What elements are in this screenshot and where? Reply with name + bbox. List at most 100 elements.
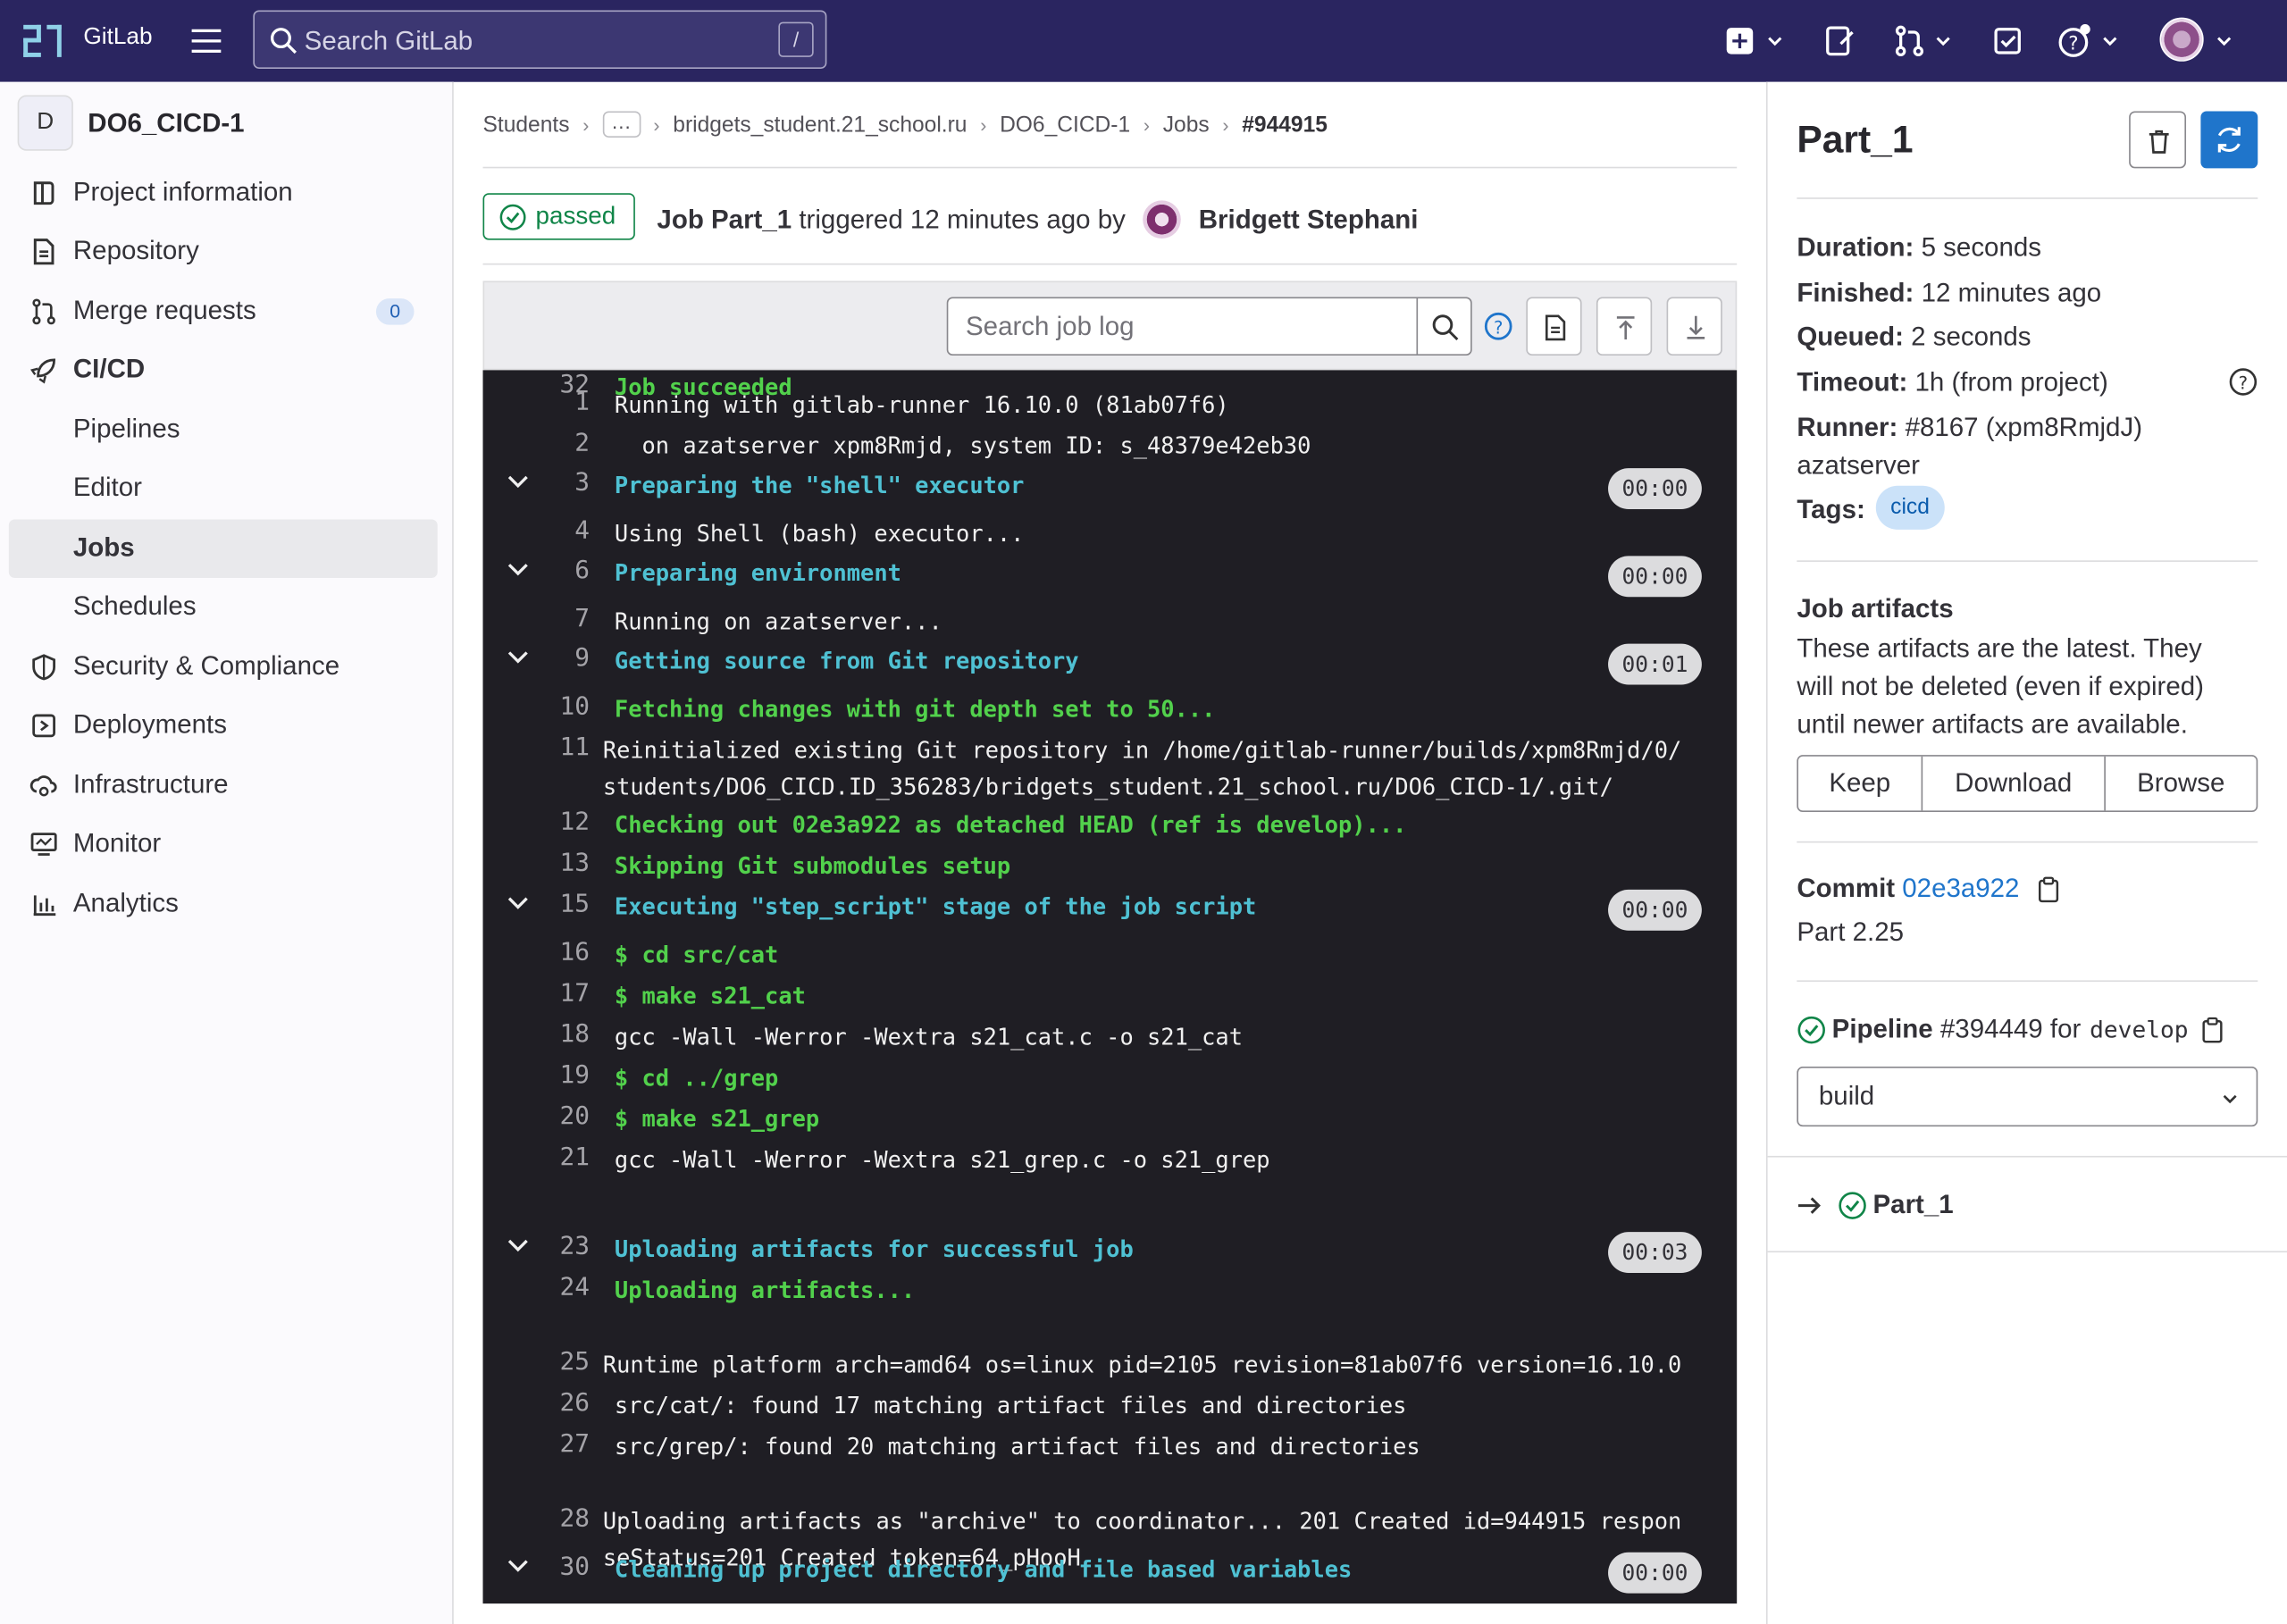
- log-line-number[interactable]: 13: [541, 849, 591, 878]
- runner-value: #8167 (xpm8RmjdJ): [1905, 412, 2143, 442]
- log-line-number[interactable]: 6: [541, 556, 590, 585]
- pipeline-id[interactable]: #394449: [1940, 1014, 2043, 1044]
- search-log-button[interactable]: [1416, 297, 1472, 356]
- log-line-number[interactable]: 2: [541, 429, 590, 458]
- chevron-down-icon[interactable]: [1934, 32, 1952, 50]
- commit-sha-link[interactable]: 02e3a922: [1902, 874, 2019, 904]
- breadcrumb-more-button[interactable]: …: [602, 111, 641, 138]
- chevron-down-icon[interactable]: [507, 1557, 530, 1575]
- avatar[interactable]: [1143, 200, 1182, 239]
- log-line-number[interactable]: 28: [541, 1504, 591, 1534]
- question-icon[interactable]: ?: [1484, 312, 1513, 341]
- search-placeholder: Search GitLab: [304, 26, 473, 56]
- sidebar-item-merge-requests[interactable]: Merge requests 0: [9, 282, 438, 341]
- artifacts-description: These artifacts are the latest. They wil…: [1797, 633, 2204, 740]
- show-raw-button[interactable]: [1526, 297, 1582, 356]
- chevron-down-icon[interactable]: [507, 473, 530, 490]
- log-line-number[interactable]: 9: [541, 644, 590, 674]
- sidebar-item-label: Pipelines: [72, 414, 180, 444]
- log-line-number[interactable]: 18: [541, 1020, 591, 1050]
- monitor-icon: [30, 833, 57, 856]
- scroll-to-bottom-button[interactable]: [1666, 297, 1722, 356]
- breadcrumb-item[interactable]: Students: [483, 112, 570, 137]
- copy-icon[interactable]: [2200, 1017, 2224, 1042]
- log-line-number[interactable]: 27: [541, 1429, 591, 1459]
- log-line-number[interactable]: 20: [541, 1101, 591, 1131]
- job-list-item[interactable]: Part_1: [1797, 1189, 1954, 1220]
- erase-job-button[interactable]: [2129, 111, 2187, 169]
- keep-button[interactable]: Keep: [1798, 756, 1923, 811]
- log-line-number[interactable]: 16: [541, 938, 591, 967]
- download-button[interactable]: Download: [1923, 756, 2106, 811]
- log-line-number[interactable]: 4: [541, 516, 590, 546]
- user-name-link[interactable]: Bridgett Stephani: [1199, 204, 1419, 234]
- browse-button[interactable]: Browse: [2106, 757, 2257, 811]
- page-root: GitLab Search GitLab / ? D DO6_CICD-1 Pr…: [0, 0, 2287, 1624]
- sidebar-item-project-information[interactable]: Project information: [9, 163, 438, 222]
- queued-label: Queued:: [1797, 322, 1904, 352]
- copy-icon[interactable]: [2037, 875, 2060, 902]
- status-badge[interactable]: passed: [482, 193, 635, 240]
- job-name: Part_1: [1872, 1189, 1954, 1219]
- log-line-number[interactable]: 23: [541, 1232, 591, 1261]
- log-line-number[interactable]: 17: [541, 979, 591, 1009]
- sidebar-item-ci-cd[interactable]: CI/CD: [9, 341, 438, 400]
- chevron-down-icon[interactable]: [2101, 32, 2119, 50]
- pipeline-ref[interactable]: develop: [2090, 1016, 2188, 1043]
- create-new-icon[interactable]: [1722, 23, 1757, 58]
- check-circle-icon: [1839, 1191, 1866, 1219]
- log-line-number[interactable]: 15: [541, 890, 591, 919]
- log-line-number[interactable]: 25: [541, 1348, 591, 1377]
- gitlab-logo-icon[interactable]: [21, 19, 67, 63]
- log-line-number[interactable]: 12: [541, 808, 591, 837]
- log-line-number[interactable]: 32: [541, 370, 591, 399]
- log-line-number[interactable]: 19: [541, 1060, 591, 1090]
- log-line-number[interactable]: 24: [541, 1273, 591, 1302]
- breadcrumb-item[interactable]: Jobs: [1163, 112, 1210, 137]
- breadcrumb-item[interactable]: DO6_CICD-1: [1000, 112, 1130, 137]
- chevron-down-icon[interactable]: [507, 649, 530, 666]
- sidebar-item-security-compliance[interactable]: Security & Compliance: [9, 638, 438, 697]
- log-line-number[interactable]: 26: [541, 1388, 591, 1418]
- chevron-down-icon[interactable]: [507, 894, 530, 912]
- menu-icon[interactable]: [191, 28, 224, 54]
- issues-icon[interactable]: [1822, 23, 1856, 58]
- sidebar-item-editor[interactable]: Editor: [9, 459, 438, 518]
- brand-name[interactable]: GitLab: [83, 25, 152, 51]
- chevron-down-icon[interactable]: [507, 560, 530, 578]
- scroll-to-top-button[interactable]: [1596, 297, 1653, 356]
- pipeline-label[interactable]: Pipeline: [1832, 1014, 1933, 1044]
- log-line-number[interactable]: 3: [541, 468, 590, 498]
- sidebar-item-schedules[interactable]: Schedules: [9, 578, 438, 637]
- merge-request-icon[interactable]: [1892, 23, 1927, 58]
- breadcrumb-current[interactable]: #944915: [1242, 112, 1328, 137]
- help-icon[interactable]: ?: [2057, 23, 2092, 58]
- log-line-number[interactable]: 30: [541, 1553, 591, 1582]
- sidebar-item-analytics[interactable]: Analytics: [9, 875, 438, 933]
- project-header[interactable]: D DO6_CICD-1: [17, 94, 245, 153]
- log-line-number[interactable]: 7: [541, 604, 590, 633]
- sidebar-item-jobs[interactable]: Jobs: [8, 519, 438, 578]
- todo-icon[interactable]: [1990, 23, 2025, 58]
- breadcrumb-item[interactable]: bridgets_student.21_school.ru: [673, 112, 967, 137]
- search-input[interactable]: Search GitLab /: [253, 10, 827, 69]
- log-line-number[interactable]: 21: [541, 1143, 591, 1172]
- chevron-down-icon[interactable]: [2216, 32, 2233, 50]
- sidebar-item-monitor[interactable]: Monitor: [9, 815, 438, 874]
- sidebar-item-infrastructure[interactable]: Infrastructure: [9, 757, 438, 816]
- stage-dropdown[interactable]: build: [1797, 1067, 2258, 1127]
- chevron-down-icon[interactable]: [507, 1236, 530, 1254]
- user-avatar[interactable]: [2159, 17, 2204, 62]
- doc-icon: [33, 239, 54, 265]
- search-job-log-input[interactable]: Search job log: [946, 297, 1419, 356]
- log-line-text: Preparing environment: [614, 560, 901, 587]
- chevron-down-icon[interactable]: [1766, 32, 1784, 50]
- sidebar-item-deployments[interactable]: Deployments: [9, 697, 438, 756]
- retry-job-button[interactable]: [2200, 111, 2258, 169]
- question-icon[interactable]: ?: [2229, 367, 2258, 397]
- log-line-number[interactable]: 11: [541, 733, 591, 763]
- log-line-number[interactable]: 10: [541, 692, 591, 722]
- job-summary: Job Part_1 triggered 12 minutes ago by B…: [657, 200, 1418, 239]
- sidebar-item-repository[interactable]: Repository: [9, 222, 438, 281]
- sidebar-item-pipelines[interactable]: Pipelines: [9, 401, 438, 460]
